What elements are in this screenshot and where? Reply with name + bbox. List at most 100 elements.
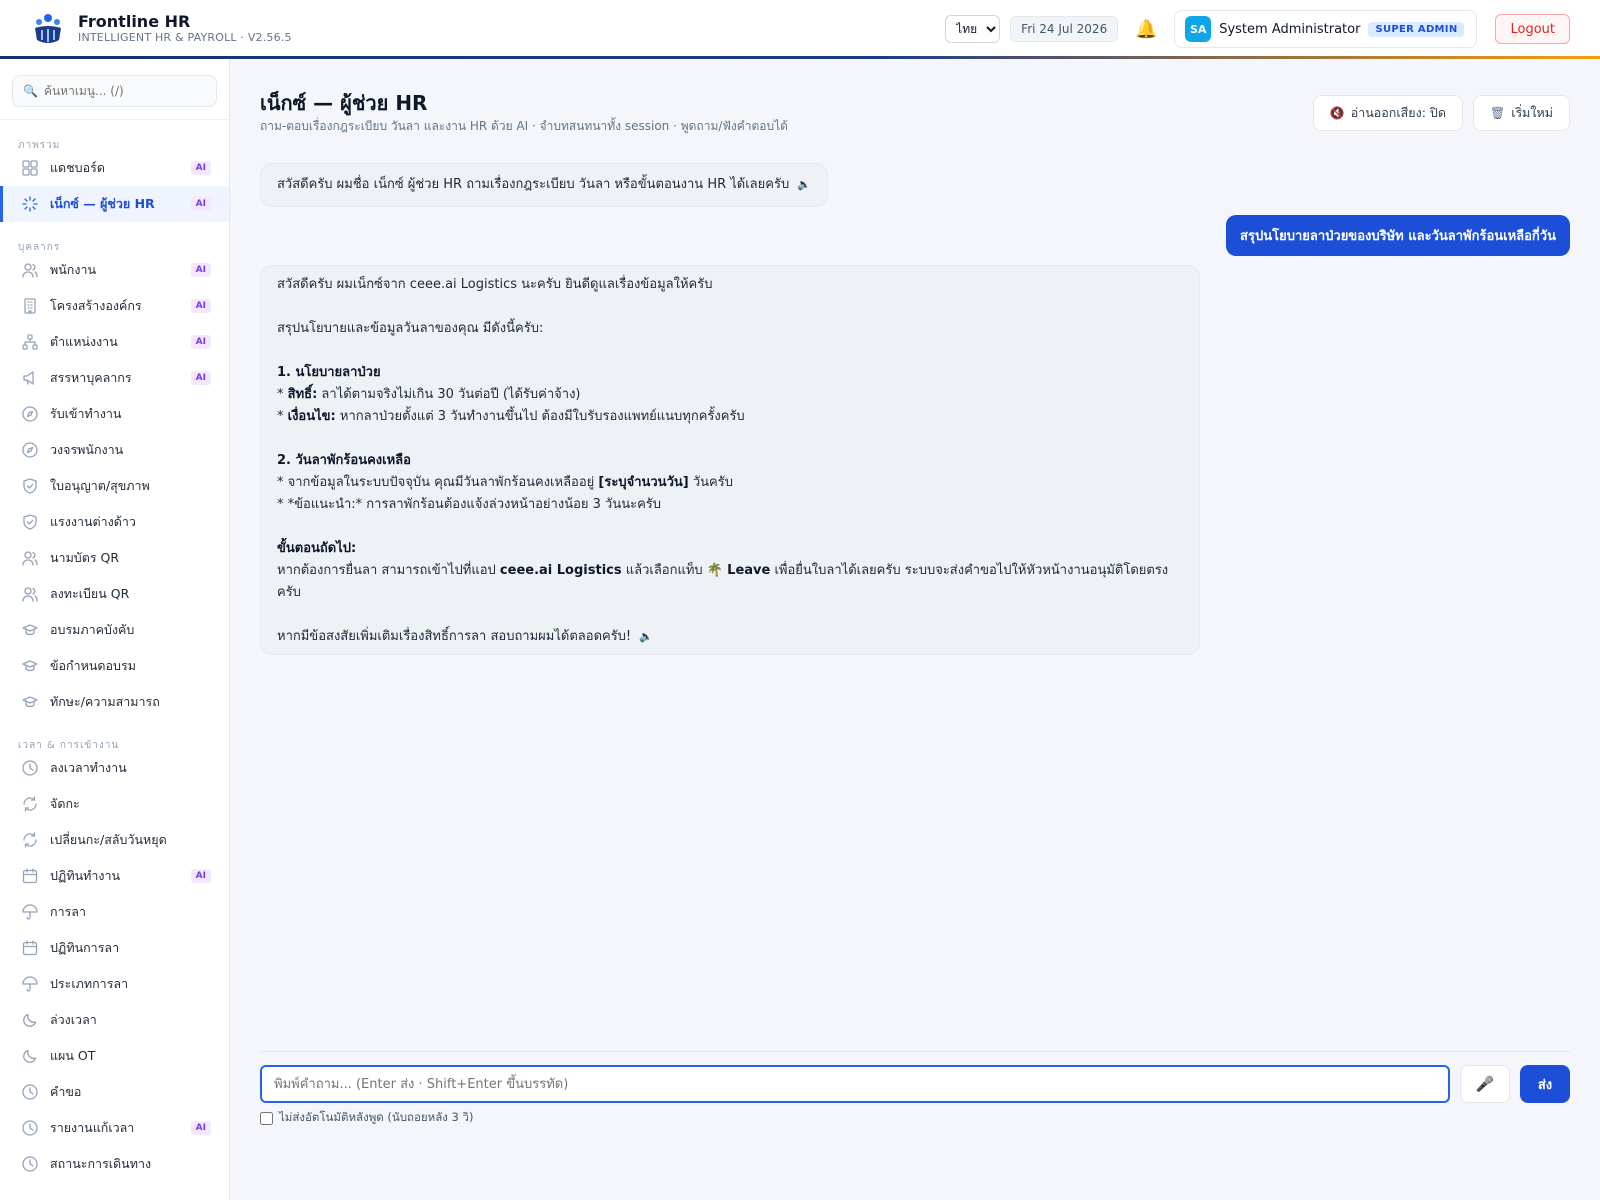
sidebar-item[interactable]: ลงเวลาทำงาน [0, 750, 229, 786]
chat-input[interactable] [260, 1065, 1450, 1103]
sidebar-item[interactable]: สถานะการเดินทาง [0, 1146, 229, 1182]
sidebar-item-label: เปลี่ยนกะ/สลับวันหยุด [50, 832, 167, 847]
graduation-cap-icon [22, 696, 38, 708]
sidebar-item[interactable]: ล่วงเวลา [0, 1002, 229, 1038]
users-icon [22, 587, 38, 602]
answer-bullet-text: จากข้อมูลในระบบปัจจุบัน คุณมีวันลาพักร้อ… [287, 475, 595, 490]
sidebar-item[interactable]: ปฏิทินการลา [0, 930, 229, 966]
sidebar-item[interactable]: ทักษะ/ความสามารถ [0, 684, 229, 720]
org-chart-icon [22, 334, 38, 350]
clock-icon [22, 1156, 38, 1172]
sidebar-item[interactable]: แผน OT [0, 1038, 229, 1074]
sidebar-nav: ภาพรวม แดชบอร์ด AI เน็กซ์ — ผู้ช่วย HR AI บุค… [0, 120, 229, 1182]
shield-icon [23, 514, 37, 530]
sidebar-item[interactable]: เปลี่ยนกะ/สลับวันหยุด [0, 822, 229, 858]
user-menu[interactable]: SA System Administrator SUPER ADMIN [1174, 10, 1478, 48]
answer-intro: สวัสดีครับ ผมเน็กซ์จาก ceee.ai Logistics… [277, 277, 713, 292]
sidebar-item[interactable]: การลา [0, 894, 229, 930]
role-badge: SUPER ADMIN [1368, 21, 1465, 37]
search-icon: 🔍 [23, 84, 38, 98]
sidebar-item[interactable]: จัดกะ [0, 786, 229, 822]
ai-badge: AI [190, 299, 211, 313]
ai-badge: AI [190, 263, 211, 277]
brand-subtitle: INTELLIGENT HR & PAYROLL · V2.56.5 [78, 31, 292, 44]
sidebar-item[interactable]: ประเภทการลา [0, 966, 229, 1002]
clock-icon [22, 1084, 38, 1100]
sidebar-item[interactable]: คำขอ [0, 1074, 229, 1110]
sidebar-item[interactable]: ปฏิทินทำงาน AI [0, 858, 229, 894]
answer-next-text: แล้วเลือกแท็บ 🌴 [625, 563, 724, 578]
sidebar-section-label: ภาพรวม [18, 140, 61, 151]
sidebar-item[interactable]: รายงานแก้เวลา AI [0, 1110, 229, 1146]
sidebar-item-label: ล่วงเวลา [50, 1012, 97, 1027]
language-select[interactable]: ไทย [945, 15, 1001, 43]
answer-bullet-label: สิทธิ์: [287, 387, 318, 402]
sidebar-item-label: นามบัตร QR [50, 550, 120, 565]
sidebar-item-label: รายงานแก้เวลา [50, 1120, 135, 1135]
speaker-muted-icon: 🔇 [1329, 106, 1345, 120]
sidebar-item[interactable]: พนักงาน AI [0, 252, 229, 288]
users-icon [22, 551, 38, 566]
sidebar-item[interactable]: สรรหาบุคลากร AI [0, 360, 229, 396]
speaker-icon[interactable]: 🔈 [639, 630, 653, 643]
calendar-icon [22, 940, 38, 956]
sidebar-item[interactable]: เน็กซ์ — ผู้ช่วย HR AI [0, 186, 229, 222]
microphone-button[interactable]: 🎤 [1460, 1065, 1510, 1103]
sidebar-item[interactable]: ตำแหน่งงาน AI [0, 324, 229, 360]
ai-badge: AI [190, 869, 211, 883]
speaker-icon[interactable]: 🔈 [797, 178, 811, 191]
reset-chat-button[interactable]: 🗑 เริ่มใหม่ [1472, 95, 1570, 131]
page-title: เน็กซ์ — ผู้ช่วย HR [260, 91, 428, 115]
composer-divider [260, 1051, 1570, 1052]
logout-button[interactable]: Logout [1495, 14, 1570, 44]
send-button[interactable]: ส่ง [1520, 1065, 1570, 1103]
sidebar-item[interactable]: วงจรพนักงาน [0, 432, 229, 468]
sidebar-item-label: สรรหาบุคลากร [50, 370, 132, 385]
answer-next-text: หากต้องการยื่นลา สามารถเข้าไปที่แอป [277, 563, 496, 578]
sidebar-item[interactable]: นามบัตร QR [0, 540, 229, 576]
menu-search[interactable]: 🔍 [12, 75, 217, 107]
sidebar-item-label: พนักงาน [50, 262, 97, 277]
bell-icon[interactable]: 🔔 [1128, 19, 1164, 40]
user-message: สรุปนโยบายลาป่วยของบริษัท และวันลาพักร้อ… [1226, 215, 1570, 256]
auto-send-checkbox[interactable] [260, 1111, 273, 1125]
answer-summary: สรุปนโยบายและข้อมูลวันลาของคุณ มีดังนี้ค… [277, 321, 544, 336]
auto-send-option[interactable]: ไม่ส่งอัตโนมัติหลังพูด (นับถอยหลัง 3 วิ) [260, 1109, 473, 1127]
sidebar-item-label: จัดกะ [50, 796, 80, 811]
refresh-icon [23, 832, 37, 848]
answer-bullet-label: เงื่อนไข: [287, 409, 336, 424]
menu-search-input[interactable] [43, 84, 204, 98]
sidebar-item-label: สถานะการเดินทาง [50, 1156, 152, 1171]
sidebar-item-label: ลงทะเบียน QR [50, 586, 130, 601]
brand[interactable]: Frontline HR INTELLIGENT HR & PAYROLL · … [32, 12, 292, 46]
graduation-cap-icon [22, 660, 38, 672]
answer-heading: 1. นโยบายลาป่วย [277, 365, 381, 380]
app-header: Frontline HR INTELLIGENT HR & PAYROLL · … [0, 0, 1600, 58]
sidebar-item[interactable]: ข้อกำหนดอบรม [0, 648, 229, 684]
sidebar-item[interactable]: แดชบอร์ด AI [0, 150, 229, 186]
tts-toggle-button[interactable]: 🔇 อ่านออกเสียง: ปิด [1312, 95, 1463, 131]
sidebar-item[interactable]: ลงทะเบียน QR [0, 576, 229, 612]
answer-bullet-text: *ข้อแนะนำ:* การลาพักร้อนต้องแจ้งล่วงหน้า… [287, 497, 662, 512]
tts-toggle-label: อ่านออกเสียง: ปิด [1350, 105, 1446, 120]
sidebar-item[interactable]: ใบอนุญาต/สุขภาพ [0, 468, 229, 504]
sidebar: 🔍 ภาพรวมแดชบอร์ด AI เน็กซ์ — ผู้ช่วย HR AI บ… [0, 59, 230, 1200]
avatar: SA [1185, 16, 1212, 42]
answer-heading: ขั้นตอนถัดไป: [277, 541, 357, 556]
sidebar-item-label: แดชบอร์ด [50, 160, 105, 175]
answer-heading: 2. วันลาพักร้อนคงเหลือ [277, 453, 411, 468]
auto-send-label: ไม่ส่งอัตโนมัติหลังพูด (นับถอยหลัง 3 วิ) [279, 1110, 474, 1124]
bot-message: สวัสดีครับ ผมชื่อ เน็กซ์ ผู้ช่วย HR ถามเ… [260, 163, 828, 207]
ai-badge: AI [190, 371, 211, 385]
ai-badge: AI [190, 161, 211, 175]
calendar-icon [22, 868, 38, 884]
moon-icon [23, 1049, 37, 1063]
page-subtitle: ถาม-ตอบเรื่องกฎระเบียบ วันลา และงาน HR ด… [260, 119, 788, 133]
sidebar-item[interactable]: แรงงานต่างด้าว [0, 504, 229, 540]
sidebar-item[interactable]: โครงสร้างองค์กร AI [0, 288, 229, 324]
sidebar-item-label: ประเภทการลา [50, 976, 129, 991]
brand-title: Frontline HR [78, 12, 191, 31]
sidebar-item-label: ลงเวลาทำงาน [50, 760, 127, 775]
sidebar-item[interactable]: อบรมภาคบังคับ [0, 612, 229, 648]
sidebar-item[interactable]: รับเข้าทำงาน [0, 396, 229, 432]
